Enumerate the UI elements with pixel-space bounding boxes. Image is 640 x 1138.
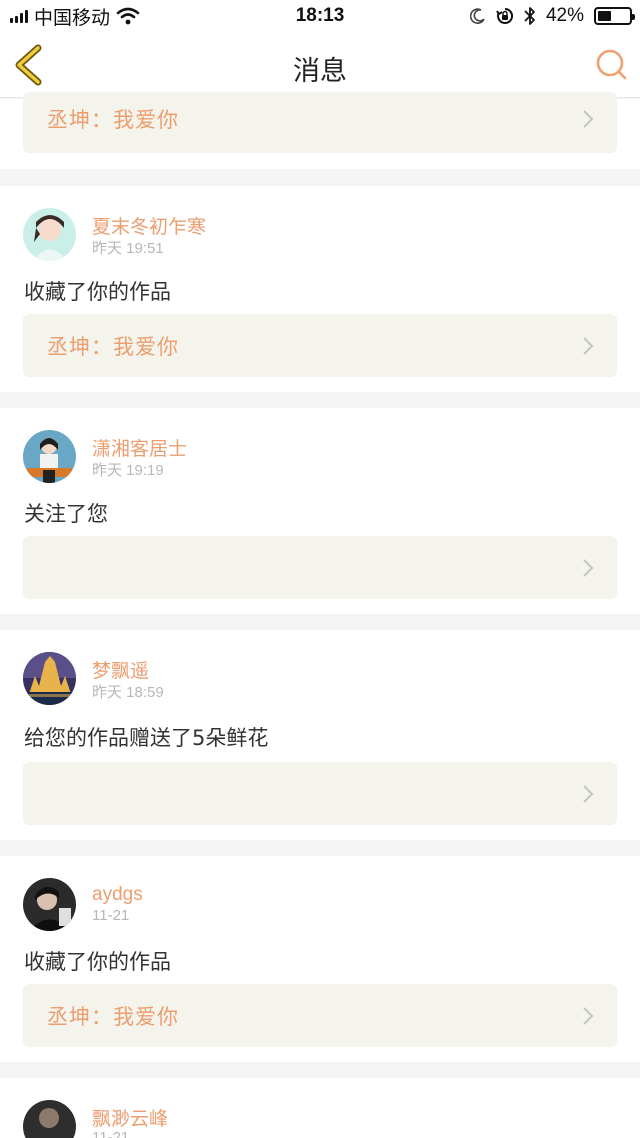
action-text: 给您的作品赠送了5朵鲜花	[24, 726, 269, 750]
timestamp: 11-21	[92, 907, 130, 924]
timestamp: 11-21	[92, 1129, 130, 1138]
orientation-lock-icon	[496, 7, 513, 24]
username[interactable]: 飘渺云峰	[92, 1104, 168, 1131]
battery-percent: 42%	[545, 5, 584, 26]
chevron-right-icon	[583, 337, 594, 355]
message-card: 潇湘客居士 昨天 19:19 关注了您	[0, 408, 640, 614]
avatar[interactable]	[23, 208, 76, 261]
message-card: 飘渺云峰 11-21	[0, 1078, 640, 1138]
quote-box[interactable]	[23, 762, 617, 825]
bluetooth-icon	[524, 7, 535, 25]
quote-box[interactable]: 丞坤：我爱你	[23, 314, 617, 377]
status-right: 42%	[469, 5, 635, 27]
battery-fill	[598, 11, 611, 21]
quote-text: 丞坤：我爱你	[47, 1005, 179, 1029]
quote-box[interactable]: 丞坤：我爱你	[23, 984, 617, 1047]
timestamp: 昨天 19:51	[92, 240, 164, 257]
chevron-right-icon	[583, 785, 594, 803]
message-card: 梦飘遥 昨天 18:59 给您的作品赠送了5朵鲜花	[0, 630, 640, 840]
status-bar: 中国移动 18:13 42%	[0, 0, 640, 32]
quote-box[interactable]	[23, 536, 617, 599]
username[interactable]: aydgs	[92, 884, 143, 906]
avatar[interactable]	[23, 1100, 76, 1138]
avatar[interactable]	[23, 652, 76, 705]
username[interactable]: 潇湘客居士	[92, 434, 187, 461]
moon-icon	[469, 8, 485, 24]
quote-box[interactable]: 丞坤：我爱你	[23, 92, 617, 153]
page-title: 消息	[293, 56, 347, 87]
action-text: 收藏了你的作品	[24, 950, 171, 974]
timestamp: 昨天 18:59	[92, 684, 164, 701]
search-button[interactable]	[594, 47, 628, 81]
action-text: 关注了您	[24, 502, 108, 526]
quote-text: 丞坤：我爱你	[47, 335, 179, 359]
chevron-right-icon	[583, 110, 594, 128]
search-icon	[596, 49, 627, 80]
avatar[interactable]	[23, 878, 76, 931]
nav-bar: 消息	[0, 32, 640, 98]
avatar[interactable]	[23, 430, 76, 483]
username[interactable]: 夏末冬初乍寒	[92, 212, 206, 239]
chevron-right-icon	[583, 559, 594, 577]
message-card: aydgs 11-21 收藏了你的作品 丞坤：我爱你	[0, 856, 640, 1062]
action-text: 收藏了你的作品	[24, 280, 171, 304]
message-card: 夏末冬初乍寒 昨天 19:51 收藏了你的作品 丞坤：我爱你	[0, 186, 640, 392]
chevron-right-icon	[583, 1007, 594, 1025]
message-card-partial: 丞坤：我爱你	[0, 92, 640, 169]
username[interactable]: 梦飘遥	[92, 656, 149, 683]
timestamp: 昨天 19:19	[92, 462, 164, 479]
quote-text: 丞坤：我爱你	[47, 108, 179, 132]
battery-icon	[594, 7, 635, 25]
